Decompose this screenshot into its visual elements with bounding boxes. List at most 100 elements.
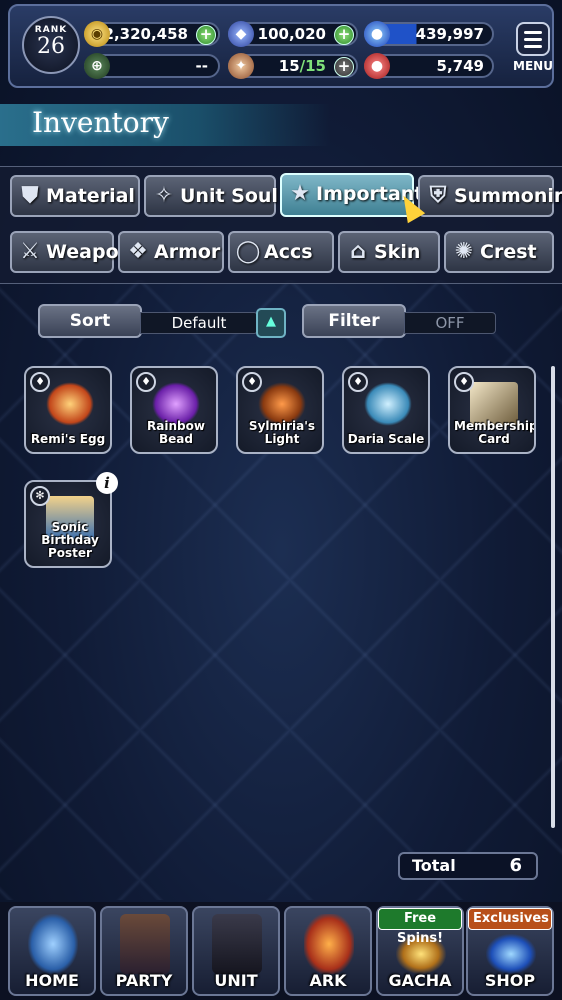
sort-control: Sort Default — [38, 304, 288, 340]
tab-weapon[interactable]: ⚔ Weapon — [10, 231, 132, 273]
tab-label: Crest — [480, 241, 537, 263]
egg-icon — [46, 382, 94, 426]
tab-summoning[interactable]: ⛨ Summoning — [418, 175, 562, 217]
tab-important[interactable]: ★ Important — [280, 173, 423, 217]
red-orb-value: 5,749 — [436, 57, 484, 75]
item-rainbow-bead[interactable]: ♦ Rainbow Bead — [130, 366, 218, 454]
item-sonic-birthday-poster[interactable]: ✻ Sonic Birthday Poster — [24, 480, 112, 568]
tab-material[interactable]: ⛊ Material — [10, 175, 140, 217]
home-icon — [28, 914, 78, 974]
tab-label: Armor — [154, 241, 221, 263]
nav-label: ARK — [309, 971, 347, 990]
tab-skin[interactable]: ⌂ Skin — [338, 231, 440, 273]
item-name: Rainbow Bead — [147, 419, 205, 446]
blue-orb-value: 439,997 — [415, 25, 484, 43]
nav-party[interactable]: PARTY — [100, 906, 188, 996]
category-tabs: ⛊ Material ✧ Unit Soul ★ Important ⛨ Summoni… — [0, 166, 562, 284]
filter-value[interactable]: OFF — [404, 312, 496, 334]
nav-label: GACHA — [388, 971, 452, 990]
crystal-icon: ◆ — [228, 21, 254, 47]
item-remis-egg[interactable]: ♦ Remi's Egg — [24, 366, 112, 454]
item-name: Daria Scale — [347, 432, 425, 446]
compass-icon: ⊕ — [84, 53, 110, 79]
nav-label: UNIT — [214, 971, 258, 990]
resource-header: RANK 26 ◉ 42,320,458 + ◆ 100,020 + ● 439… — [8, 4, 554, 88]
page-title: Inventory — [32, 106, 169, 139]
sort-order-toggle-icon[interactable]: ▲ — [256, 308, 286, 338]
bag-icon: ⛊ — [21, 183, 39, 208]
hamburger-icon — [516, 22, 550, 56]
filter-button[interactable]: Filter — [302, 304, 406, 338]
scale-icon — [364, 382, 412, 426]
filter-control: Filter OFF — [302, 304, 498, 340]
stamina-value: 15 — [278, 57, 300, 75]
crystal-value: 100,020 — [257, 25, 326, 43]
red-orb-icon: ● — [364, 53, 390, 79]
nav-unit[interactable]: UNIT — [192, 906, 280, 996]
important-badge-icon: ♦ — [348, 372, 368, 392]
stamina-counter: ✦ 15/15 + — [228, 53, 358, 79]
item-name: Remi's Egg — [30, 432, 106, 446]
gold-coin-icon: ◉ — [84, 21, 110, 47]
nav-ark[interactable]: ARK — [284, 906, 372, 996]
item-name: Membership Card — [454, 419, 536, 446]
item-daria-scale[interactable]: ♦ Daria Scale — [342, 366, 430, 454]
tab-label: Material — [46, 185, 135, 207]
armor-icon: ❖ — [128, 239, 148, 264]
menu-label: MENU — [513, 59, 553, 73]
sort-button[interactable]: Sort — [38, 304, 142, 338]
item-sylmirias-light[interactable]: ♦ Sylmiria's Light — [236, 366, 324, 454]
gold-counter: ◉ 42,320,458 + — [84, 21, 220, 47]
rank-badge: RANK 26 — [22, 16, 80, 74]
guild-counter: ⊕ -- — [84, 53, 220, 79]
page-title-banner: Inventory — [0, 104, 330, 146]
hanger-icon: ⌂ — [350, 239, 366, 264]
bottom-navigation: HOME PARTY UNIT ARK Free Spins! GACHA Ex… — [0, 902, 562, 1000]
nav-home[interactable]: HOME — [8, 906, 96, 996]
phoenix-icon — [304, 914, 354, 974]
shop-gem-icon — [486, 934, 536, 974]
stamina-max: /15 — [299, 57, 326, 75]
tab-label: Unit Soul — [180, 185, 278, 207]
total-label: Total — [412, 856, 456, 875]
sort-value[interactable]: Default — [140, 312, 258, 334]
crest-icon: ✺ — [454, 239, 474, 264]
nav-label: PARTY — [115, 971, 173, 990]
red-orb-counter: ● 5,749 — [364, 53, 494, 79]
sword-icon: ⚔ — [20, 239, 40, 264]
nav-label: HOME — [25, 971, 79, 990]
total-value: 6 — [509, 855, 522, 876]
item-membership-card[interactable]: ♦ Membership Card — [448, 366, 536, 454]
add-gold-button[interactable]: + — [196, 25, 216, 45]
menu-button[interactable]: MENU — [510, 22, 556, 82]
flame-icon: ✧ — [154, 183, 174, 208]
add-crystal-button[interactable]: + — [334, 25, 354, 45]
blue-orb-counter: ● 439,997 — [364, 21, 494, 47]
tab-accs[interactable]: ◯ Accs — [228, 231, 334, 273]
item-name: Sonic Birthday Poster — [41, 520, 99, 560]
tab-label: Summoning — [454, 185, 562, 207]
important-badge-icon: ✻ — [30, 486, 50, 506]
nav-gacha[interactable]: Free Spins! GACHA — [376, 906, 464, 996]
nav-shop[interactable]: Exclusives SHOP — [466, 906, 554, 996]
item-name: Sylmiria's Light — [248, 419, 316, 446]
info-icon[interactable]: i — [96, 472, 118, 494]
exclusives-tag: Exclusives — [468, 908, 552, 930]
important-badge-icon: ♦ — [242, 372, 262, 392]
free-spins-tag: Free Spins! — [378, 908, 462, 946]
important-badge-icon: ♦ — [454, 372, 474, 392]
ring-icon: ◯ — [235, 239, 261, 264]
tab-armor[interactable]: ❖ Armor — [118, 231, 224, 273]
star-icon: ★ — [290, 181, 310, 206]
tab-crest[interactable]: ✺ Crest — [444, 231, 554, 273]
ticket-icon: ✦ — [228, 53, 254, 79]
add-stamina-button[interactable]: + — [334, 57, 354, 77]
important-badge-icon: ♦ — [30, 372, 50, 392]
tab-label: Accs — [264, 241, 313, 263]
scrollbar[interactable] — [551, 366, 555, 828]
tab-label: Skin — [374, 241, 421, 263]
blue-orb-icon: ● — [364, 21, 390, 47]
nav-label: SHOP — [484, 971, 536, 990]
rank-value: 26 — [37, 34, 65, 59]
tab-unit-soul[interactable]: ✧ Unit Soul — [144, 175, 278, 217]
